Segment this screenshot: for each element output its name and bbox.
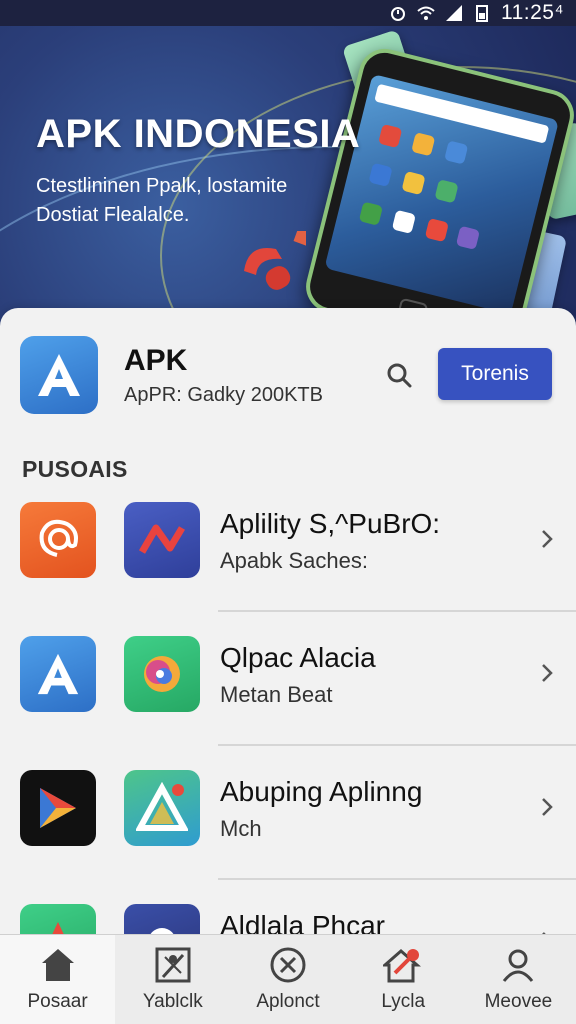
bottom-nav: Posaar Yablclk Aplonct Lycla Meovee [0, 934, 576, 1024]
list-item-title: Qlpac Alacia [220, 642, 376, 673]
chevron-right-icon [542, 798, 553, 816]
divider [218, 610, 576, 612]
hero-title: APK INDONESIA [36, 112, 361, 156]
chevron-right-icon [542, 530, 553, 548]
search-button[interactable] [382, 358, 416, 392]
nav-label: Aplonct [256, 991, 320, 1012]
key-illustration [244, 231, 306, 290]
list-item-subtitle: Metan Beat [220, 682, 333, 707]
divider [218, 744, 576, 746]
hero-banner: APK INDONESIA Ctestlininen Ppalk, lostam… [0, 26, 576, 326]
nav-item-posaar[interactable]: Posaar [0, 935, 116, 1024]
signal-icon [445, 5, 462, 21]
battery-icon [475, 5, 488, 22]
list-item-title: Abuping Aplinng [220, 776, 423, 807]
list-item[interactable]: Aplility S,^PuBrO: Apabk Saches: [0, 500, 576, 634]
house-key-icon [383, 949, 422, 983]
games-icon [155, 947, 191, 983]
nav-item-aplonct[interactable]: Aplonct [230, 935, 345, 1024]
nav-label: Meovee [484, 991, 553, 1012]
app-meta: ApPR: Gadky 200KTB [124, 384, 323, 406]
letter-a-icon [38, 354, 80, 396]
section-title: PUSOAIS [22, 456, 128, 482]
z-logo-icon [124, 502, 200, 578]
nav-label: Lycla [381, 991, 426, 1012]
wifi-icon [417, 6, 435, 20]
list-item[interactable]: Aldlala Phcar [0, 902, 576, 938]
letter-a-icon [20, 636, 96, 712]
primary-action-button[interactable]: Torenis [438, 348, 552, 400]
nav-item-meovee[interactable]: Meovee [461, 935, 576, 1024]
list-item-title: Aplility S,^PuBrO: [220, 508, 441, 539]
nav-label: Posaar [27, 991, 88, 1012]
list-item-subtitle: Apabk Saches: [220, 548, 368, 573]
chevron-right-icon [542, 664, 553, 682]
app-logo [20, 336, 98, 414]
gear-icon [124, 904, 200, 938]
home-icon [41, 949, 74, 981]
list-item-subtitle: Mch [220, 816, 262, 841]
app-list: Aplility S,^PuBrO: Apabk Saches: Qlpac A… [0, 500, 576, 938]
status-bar: 11:25⁴ [0, 0, 576, 26]
play-store-icon [20, 770, 96, 846]
status-time: 11:25⁴ [500, 1, 564, 24]
person-icon [503, 949, 534, 982]
swirl-logo-icon [124, 636, 200, 712]
nav-label: Yablclk [142, 991, 203, 1012]
list-item[interactable]: Qlpac Alacia Metan Beat [0, 634, 576, 768]
nav-item-lycla[interactable]: Lycla [346, 935, 461, 1024]
search-icon [387, 363, 412, 388]
content-sheet: APK ApPR: Gadky 200KTB Torenis PUSOAIS A… [0, 308, 576, 938]
nav-item-yablclk[interactable]: Yablclk [115, 935, 230, 1024]
alarm-icon [390, 7, 405, 21]
hero-subtitle: Ctestlininen Ppalk, lostamite Dostiat Fl… [36, 175, 288, 226]
app-icon [20, 904, 96, 938]
app-name: APK [124, 344, 188, 377]
divider [218, 878, 576, 880]
at-sign-icon [20, 502, 96, 578]
cancel-icon [270, 947, 306, 983]
triangle-logo-icon [124, 770, 200, 846]
app-header: APK ApPR: Gadky 200KTB Torenis [20, 336, 556, 416]
list-item[interactable]: Abuping Aplinng Mch [0, 768, 576, 902]
